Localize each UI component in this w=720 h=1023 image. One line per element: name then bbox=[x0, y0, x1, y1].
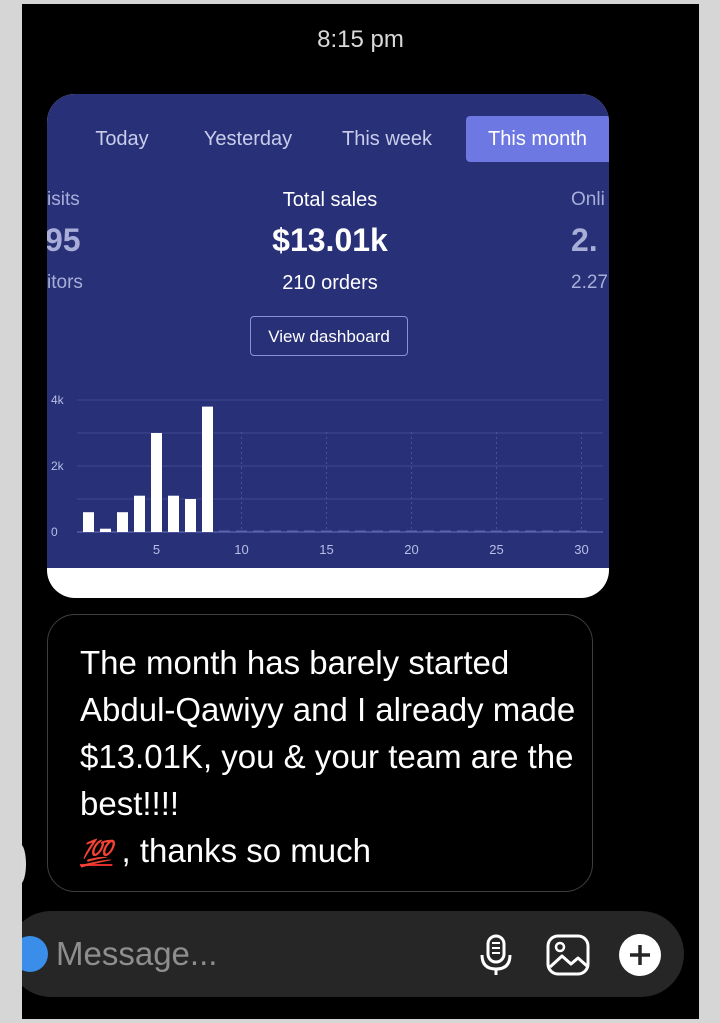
status-time: 8:15 pm bbox=[317, 26, 404, 53]
camera-icon[interactable] bbox=[22, 936, 48, 972]
bar-day-16 bbox=[338, 530, 349, 532]
x-tick-label: 10 bbox=[234, 542, 248, 557]
y-tick-label: 2k bbox=[51, 459, 65, 473]
orders-count: 210 orders bbox=[282, 272, 378, 294]
microphone-icon[interactable] bbox=[476, 933, 516, 977]
bar-day-12 bbox=[270, 530, 281, 532]
bar-day-3 bbox=[117, 512, 128, 532]
daily-sales-chart: 0 2k 4k 5 10 15 20 25 30 bbox=[51, 393, 603, 557]
x-tick-label: 30 bbox=[574, 542, 588, 557]
x-tick-label: 15 bbox=[319, 542, 333, 557]
bar-day-6 bbox=[168, 495, 179, 532]
total-sales-label: Total sales bbox=[282, 189, 378, 211]
bar-day-20 bbox=[406, 530, 417, 532]
bar-day-10 bbox=[236, 530, 247, 532]
total-sales-value: $13.01k bbox=[272, 222, 388, 258]
bar-day-7 bbox=[185, 499, 196, 532]
bar-day-28 bbox=[542, 530, 553, 532]
message-tail: , thanks so much bbox=[121, 832, 371, 869]
online-label: Onli bbox=[571, 189, 605, 210]
bar-day-23 bbox=[457, 530, 468, 532]
y-tick-label: 4k bbox=[51, 393, 65, 407]
bar-day-15 bbox=[321, 530, 332, 532]
scroll-edge-indicator bbox=[22, 844, 26, 884]
bar-day-29 bbox=[559, 530, 570, 532]
hundred-emoji-icon: 💯 bbox=[80, 838, 113, 868]
x-tick-label: 5 bbox=[153, 542, 160, 557]
bar-day-14 bbox=[304, 530, 315, 532]
bar-day-27 bbox=[525, 530, 536, 532]
bar-day-17 bbox=[355, 530, 366, 532]
shared-screenshot-card[interactable]: Today Yesterday This week This month isi… bbox=[47, 94, 609, 598]
bar-day-26 bbox=[508, 530, 519, 532]
tab-yesterday[interactable]: Yesterday bbox=[189, 116, 307, 162]
bar-day-1 bbox=[83, 512, 94, 532]
bar-day-9 bbox=[219, 530, 230, 532]
bar-day-4 bbox=[134, 495, 145, 532]
tab-this-month[interactable]: This month bbox=[466, 116, 609, 162]
bar-day-11 bbox=[253, 530, 264, 532]
bar-day-30 bbox=[576, 530, 587, 532]
chat-screen: 8:15 pm Today Yesterday This week This m… bbox=[22, 4, 699, 1019]
message-body: The month has barely started Abdul-Qawiy… bbox=[80, 644, 576, 822]
online-sub: 2.27 bbox=[571, 272, 608, 293]
message-input[interactable]: Message... bbox=[56, 911, 217, 997]
bar-day-13 bbox=[287, 530, 298, 532]
x-tick-label: 20 bbox=[404, 542, 418, 557]
y-tick-label: 0 bbox=[51, 525, 58, 539]
message-composer[interactable]: Message... bbox=[22, 911, 684, 997]
bar-day-21 bbox=[423, 530, 434, 532]
message-bubble[interactable]: The month has barely started Abdul-Qawiy… bbox=[47, 614, 593, 892]
bar-day-22 bbox=[440, 530, 451, 532]
bar-day-8 bbox=[202, 406, 213, 532]
bar-day-24 bbox=[474, 530, 485, 532]
message-text: The month has barely started Abdul-Qawiy… bbox=[80, 639, 580, 877]
analytics-panel: Today Yesterday This week This month isi… bbox=[47, 94, 609, 568]
bar-day-18 bbox=[372, 530, 383, 532]
bar-day-25 bbox=[491, 530, 502, 532]
add-icon[interactable] bbox=[618, 933, 662, 977]
tab-this-week[interactable]: This week bbox=[327, 116, 447, 162]
tab-today[interactable]: Today bbox=[71, 116, 173, 162]
x-tick-label: 25 bbox=[489, 542, 503, 557]
gallery-icon[interactable] bbox=[545, 933, 591, 977]
view-dashboard-button[interactable]: View dashboard bbox=[250, 316, 408, 356]
bar-day-19 bbox=[389, 530, 400, 532]
online-value: 2. bbox=[571, 222, 598, 258]
bar-day-5 bbox=[151, 433, 162, 532]
bar-day-2 bbox=[100, 528, 111, 532]
